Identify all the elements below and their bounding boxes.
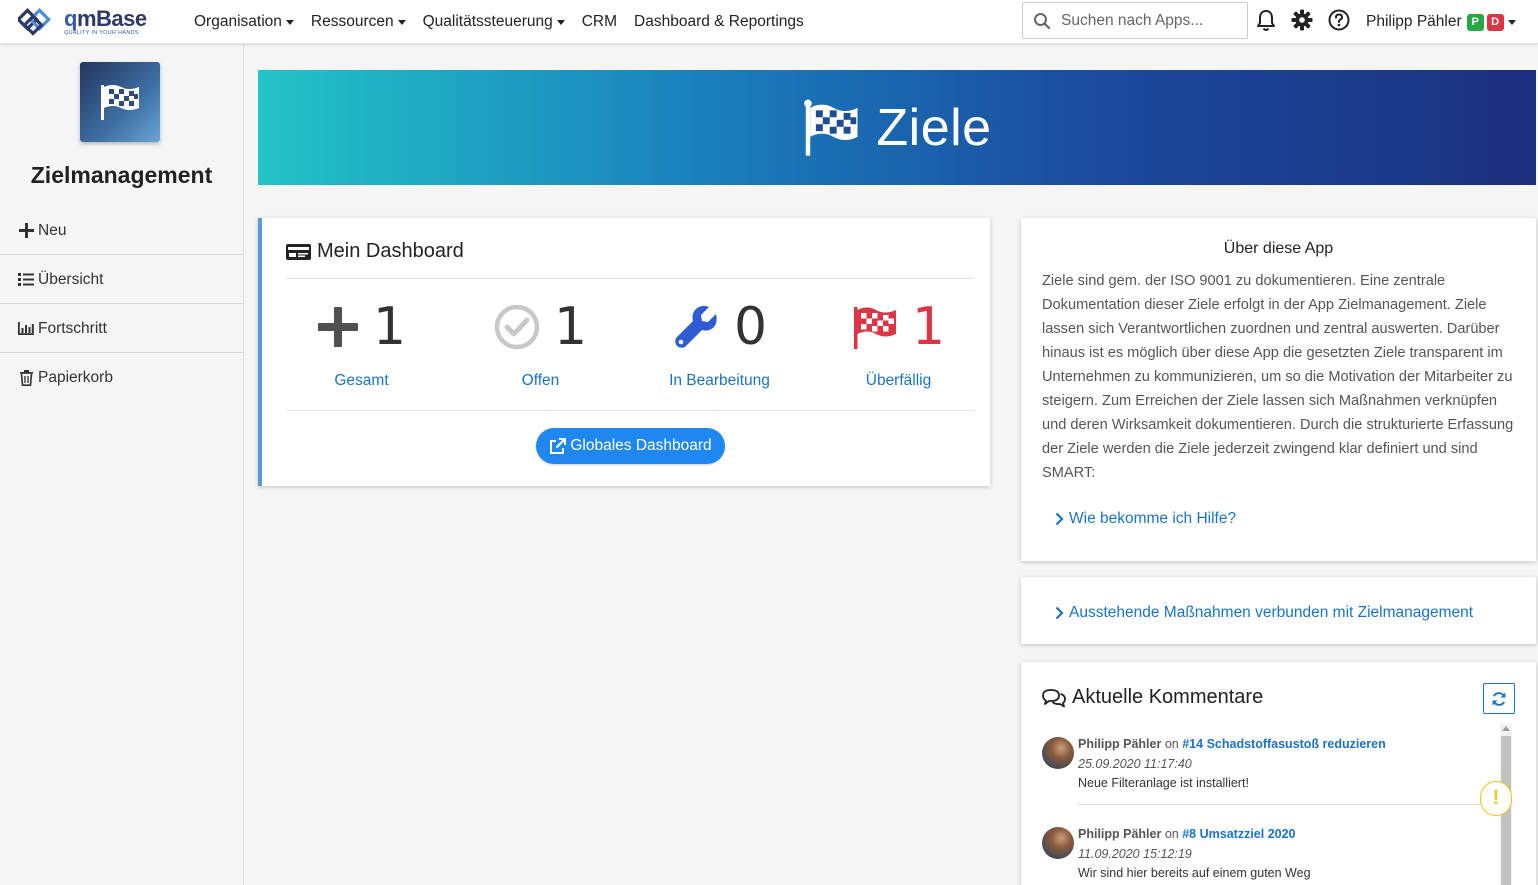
global-dashboard-button[interactable]: Globales Dashboard bbox=[536, 428, 725, 464]
refresh-icon bbox=[1492, 691, 1506, 706]
user-name: Philipp Pähler bbox=[1366, 13, 1462, 30]
divider bbox=[1078, 804, 1482, 805]
trash-icon bbox=[17, 369, 35, 386]
avatar bbox=[1042, 827, 1074, 859]
list-icon bbox=[17, 273, 35, 286]
id-card-icon bbox=[286, 243, 311, 260]
pending-measures-card: Ausstehende Maßnahmen verbunden mit Ziel… bbox=[1021, 577, 1536, 644]
checkered-flag-icon bbox=[101, 85, 139, 120]
about-text: Ziele sind gem. der ISO 9001 zu dokument… bbox=[1042, 273, 1514, 481]
comments-icon bbox=[1042, 688, 1066, 707]
app-search bbox=[1022, 2, 1248, 39]
logo-mark-icon bbox=[18, 8, 51, 36]
external-link-icon bbox=[550, 437, 567, 454]
plus-icon bbox=[317, 307, 358, 347]
comment-target-link[interactable]: #8 Umsatzziel 2020 bbox=[1182, 827, 1295, 841]
menu-ressourcen[interactable]: Ressourcen bbox=[311, 13, 406, 31]
stat-in-bearbeitung[interactable]: 0 In Bearbeitung bbox=[630, 296, 809, 390]
divider bbox=[286, 410, 974, 411]
chevron-right-icon bbox=[1055, 606, 1064, 620]
app-icon bbox=[80, 62, 160, 142]
comment-author: Philipp Pähler bbox=[1078, 827, 1162, 841]
wrench-icon bbox=[675, 305, 717, 348]
comment-target-link[interactable]: #14 Schadstoffasustoß reduzieren bbox=[1182, 737, 1386, 751]
avatar bbox=[1042, 737, 1074, 769]
comments-card: Aktuelle Kommentare Philipp Pähler on #1… bbox=[1021, 662, 1536, 885]
comment-author: Philipp Pähler bbox=[1078, 737, 1162, 751]
caret-down-icon bbox=[397, 19, 406, 25]
stat-value: 1 bbox=[372, 297, 407, 357]
sidebar: Zielmanagement Neu Übersicht Fortschritt… bbox=[0, 44, 244, 885]
stat-label[interactable]: Überfällig bbox=[809, 372, 988, 390]
comments-title: Aktuelle Kommentare bbox=[1072, 686, 1264, 708]
scroll-up-arrow-icon[interactable] bbox=[1502, 726, 1510, 731]
gear-icon[interactable] bbox=[1291, 9, 1313, 31]
comments-header: Aktuelle Kommentare bbox=[1042, 686, 1263, 709]
refresh-button[interactable] bbox=[1483, 683, 1515, 714]
stat-offen[interactable]: 1 Offen bbox=[451, 296, 630, 390]
divider bbox=[286, 278, 974, 279]
banner-title: Ziele bbox=[876, 98, 992, 157]
app-banner: Ziele bbox=[258, 70, 1536, 185]
logo-tagline: QUALITY IN YOUR HANDS bbox=[64, 29, 139, 36]
warning-icon[interactable]: ! bbox=[1480, 781, 1512, 816]
chevron-right-icon bbox=[1055, 512, 1064, 526]
search-input[interactable] bbox=[1061, 11, 1231, 30]
menu-qualitaetssteuerung[interactable]: Qualitätssteuerung bbox=[423, 13, 565, 31]
dashboard-title: Mein Dashboard bbox=[317, 240, 464, 262]
caret-down-icon bbox=[1507, 19, 1516, 25]
main-menu: Organisation Ressourcen Qualitätssteueru… bbox=[194, 0, 821, 44]
comment-text: Neue Filteranlage ist installiert! bbox=[1078, 776, 1249, 790]
bell-icon[interactable] bbox=[1256, 9, 1276, 33]
user-menu[interactable]: Philipp Pähler P D bbox=[1366, 0, 1516, 44]
sidebar-item-fortschritt[interactable]: Fortschritt bbox=[0, 304, 243, 353]
stat-value: 1 bbox=[911, 297, 946, 357]
help-link[interactable]: Wie bekomme ich Hilfe? bbox=[1055, 510, 1236, 528]
plus-icon bbox=[17, 223, 35, 238]
qmbase-logo[interactable]: qmBase QUALITY IN YOUR HANDS bbox=[18, 5, 147, 39]
menu-dashboard-reportings[interactable]: Dashboard & Reportings bbox=[634, 13, 804, 31]
badge-p: P bbox=[1466, 13, 1484, 31]
menu-organisation[interactable]: Organisation bbox=[194, 13, 294, 31]
about-app-card: Über diese App Ziele sind gem. der ISO 9… bbox=[1021, 218, 1536, 561]
dashboard-header: Mein Dashboard bbox=[286, 240, 464, 263]
stat-gesamt[interactable]: 1 Gesamt bbox=[272, 296, 451, 390]
bar-chart-icon bbox=[17, 322, 35, 335]
logo-name: qmBase bbox=[64, 5, 147, 31]
caret-down-icon bbox=[556, 19, 565, 25]
sidebar-item-neu[interactable]: Neu bbox=[0, 206, 243, 255]
sidebar-item-papierkorb[interactable]: Papierkorb bbox=[0, 353, 243, 402]
comment-date: 25.09.2020 11:17:40 bbox=[1078, 757, 1192, 771]
stat-label[interactable]: Offen bbox=[451, 372, 630, 390]
check-circle-icon bbox=[494, 304, 540, 350]
pending-measures-link[interactable]: Ausstehende Maßnahmen verbunden mit Ziel… bbox=[1055, 604, 1473, 622]
about-title: Über diese App bbox=[1223, 240, 1334, 257]
comment-text: Wir sind hier bereits auf einem guten We… bbox=[1078, 866, 1311, 880]
stat-value: 0 bbox=[733, 297, 768, 357]
search-icon bbox=[1034, 12, 1051, 29]
badge-d: D bbox=[1486, 13, 1504, 31]
stat-ueberfaellig[interactable]: 1 Überfällig bbox=[809, 296, 988, 390]
dashboard-card: Mein Dashboard 1 Gesamt 1 Offen 0 In Bea… bbox=[258, 218, 990, 486]
checkered-flag-icon bbox=[853, 307, 896, 349]
help-icon[interactable] bbox=[1328, 9, 1350, 31]
menu-crm[interactable]: CRM bbox=[582, 13, 617, 31]
sidebar-item-uebersicht[interactable]: Übersicht bbox=[0, 255, 243, 304]
caret-down-icon bbox=[285, 19, 294, 25]
checkered-flag-icon bbox=[804, 99, 858, 156]
comment-date: 11.09.2020 15:12:19 bbox=[1078, 847, 1192, 861]
stat-label[interactable]: Gesamt bbox=[272, 372, 451, 390]
stat-label[interactable]: In Bearbeitung bbox=[630, 372, 809, 390]
stat-value: 1 bbox=[553, 297, 588, 357]
app-title: Zielmanagement bbox=[30, 162, 213, 188]
top-navbar: qmBase QUALITY IN YOUR HANDS Organisatio… bbox=[0, 0, 1538, 44]
